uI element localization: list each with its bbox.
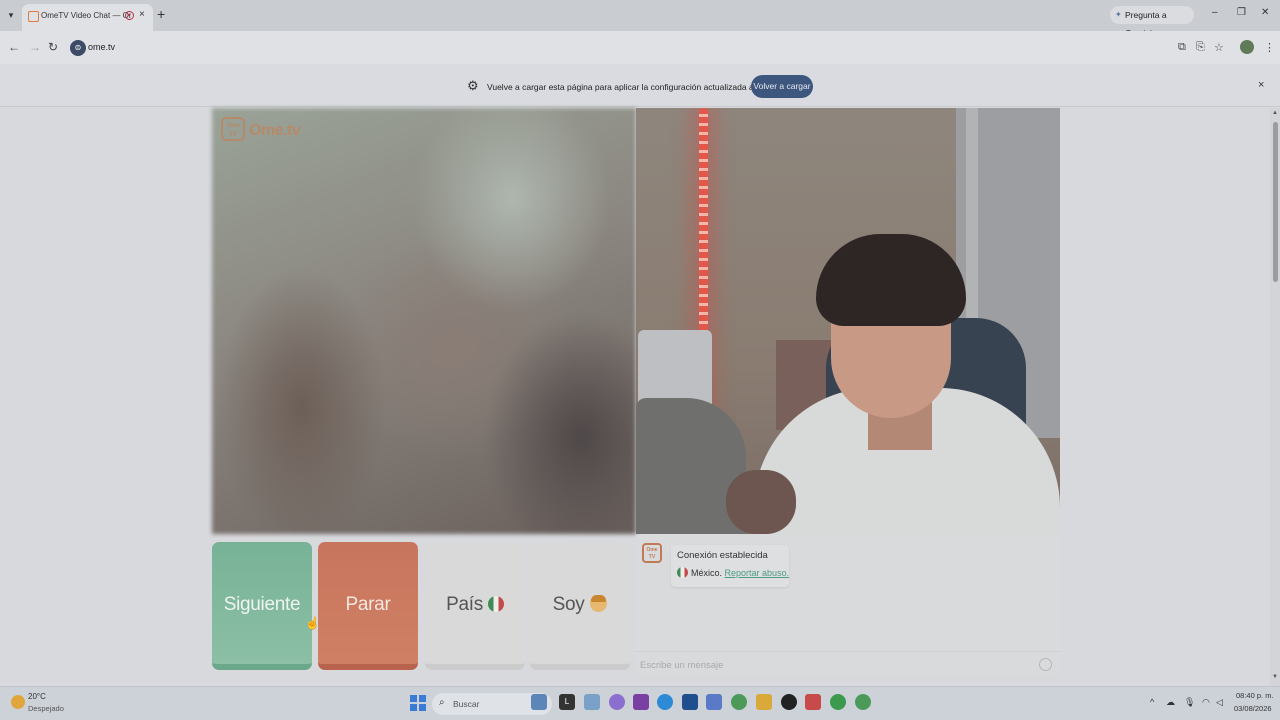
- reload-page-button[interactable]: Volver a cargar: [751, 75, 813, 98]
- page-scrollbar[interactable]: ▲ ▼: [1270, 108, 1280, 686]
- country-line: México. Reportar abuso.: [677, 567, 789, 578]
- tab-search-chevron-icon[interactable]: ▾: [4, 8, 18, 22]
- chat-country: México.: [691, 568, 723, 578]
- obs-app-icon[interactable]: [781, 694, 797, 710]
- address-bar[interactable]: ⊜ ome.tv: [66, 37, 1166, 59]
- url-text: ome.tv: [88, 42, 116, 52]
- back-arrow-icon[interactable]: ←: [8, 40, 20, 54]
- reload-icon[interactable]: ↻: [48, 40, 58, 54]
- ometv-logo-icon: Ome TV: [221, 117, 245, 141]
- infobar-close-icon[interactable]: ×: [1258, 79, 1264, 91]
- chat-input-bar: [636, 651, 1060, 677]
- forward-arrow-icon[interactable]: →: [29, 40, 41, 54]
- mouse-pointer-icon: ☝: [305, 616, 320, 630]
- weather-temperature: 20°C: [28, 692, 46, 701]
- tab-ometv[interactable]: OmeTV Video Chat — Omegle ×: [22, 4, 153, 31]
- stop-button[interactable]: Parar: [318, 542, 418, 670]
- clock-date[interactable]: 03/08/2026: [1234, 704, 1272, 713]
- search-placeholder: Buscar: [453, 699, 480, 709]
- gemini-sparkle-icon: ✦: [1115, 10, 1122, 19]
- country-label: País: [446, 594, 483, 615]
- infobar-message: Vuelve a cargar esta página para aplicar…: [487, 82, 790, 92]
- settings-app-icon[interactable]: [706, 694, 722, 710]
- scroll-up-arrow-icon[interactable]: ▲: [1272, 110, 1278, 116]
- bookmark-star-icon[interactable]: ☆: [1214, 41, 1224, 54]
- recording-indicator-icon: [125, 11, 134, 20]
- onedrive-cloud-icon[interactable]: ☁: [1166, 697, 1175, 708]
- copilot-app-icon[interactable]: [609, 694, 625, 710]
- settings-gear-icon: ⚙: [467, 78, 479, 93]
- tab-strip: ▾ OmeTV Video Chat — Omegle × + ✦ Pregun…: [0, 0, 1280, 38]
- chat-mexico-flag-icon: [677, 567, 688, 578]
- store-app-icon[interactable]: [682, 694, 698, 710]
- ometv-logo-text: Ome.tv: [249, 122, 301, 139]
- stranger-video: [212, 108, 636, 534]
- gender-label: Soy: [552, 594, 585, 615]
- chrome-app-icon[interactable]: [731, 694, 747, 710]
- wifi-icon[interactable]: ◠: [1202, 697, 1210, 708]
- mexico-flag-icon: [487, 596, 504, 612]
- translate-icon[interactable]: ⧉: [1178, 41, 1186, 54]
- scroll-down-arrow-icon[interactable]: ▼: [1272, 674, 1278, 680]
- page-content: Ome TV Ome.tv Siguiente Parar País Soy O…: [0, 108, 1270, 686]
- onenote-app-icon[interactable]: [633, 694, 649, 710]
- self-camera-video: [636, 108, 1060, 534]
- microphone-icon[interactable]: 🎙: [1184, 697, 1195, 708]
- reload-infobar: ⚙ Vuelve a cargar esta página para aplic…: [0, 64, 1280, 107]
- windows-taskbar: 20°C Despejado ⌕ Buscar L ^ ☁ 🎙 ◠ ◁ 08:4…: [0, 686, 1280, 720]
- weather-description: Despejado: [28, 704, 64, 713]
- restore-button[interactable]: ❐: [1237, 7, 1246, 18]
- weather-moon-icon[interactable]: [11, 695, 25, 709]
- chat-ometv-logo-icon: Ome TV: [642, 543, 662, 563]
- gemini-button[interactable]: ✦ Pregunta a Gemini: [1110, 6, 1194, 38]
- file-explorer-app-icon[interactable]: [756, 694, 772, 710]
- minimize-button[interactable]: –: [1212, 7, 1218, 18]
- terminal-app-icon[interactable]: L: [559, 694, 575, 710]
- boy-face-icon: [590, 595, 608, 612]
- ometv-favicon-icon: [28, 11, 39, 22]
- site-info-icon[interactable]: ⊜: [70, 40, 86, 56]
- chrome-profile-app-icon[interactable]: [855, 694, 871, 710]
- new-tab-button[interactable]: +: [157, 6, 165, 22]
- clock-time[interactable]: 08:40 p. m.: [1236, 691, 1274, 700]
- next-button[interactable]: Siguiente: [212, 542, 312, 670]
- report-abuse-link[interactable]: Reportar abuso.: [725, 568, 790, 578]
- country-button[interactable]: País: [425, 542, 525, 670]
- connection-status: Conexión establecida: [677, 550, 768, 561]
- tab-title: OmeTV Video Chat — Omegle: [41, 11, 131, 20]
- search-icon: ⌕: [439, 697, 445, 708]
- spotify-app-icon[interactable]: [830, 694, 846, 710]
- tab-close-icon[interactable]: ×: [139, 9, 145, 20]
- photos-app-icon[interactable]: [584, 694, 600, 710]
- chat-message-input[interactable]: [640, 656, 1030, 674]
- emoji-icon[interactable]: [1039, 658, 1052, 671]
- widgets-app-icon[interactable]: [531, 694, 547, 710]
- chat-panel: Ome TV Conexión establecida México. Repo…: [636, 535, 1060, 677]
- browser-toolbar: ← → ↻ ⊜ ome.tv ⧉ ⎘ ☆ ⋮: [0, 31, 1280, 64]
- start-windows-icon[interactable]: [410, 695, 426, 711]
- video-person-hair: [816, 234, 966, 326]
- install-app-icon[interactable]: ⎘: [1196, 41, 1205, 54]
- close-window-button[interactable]: ✕: [1261, 7, 1269, 18]
- gender-button[interactable]: Soy: [530, 542, 630, 670]
- profile-avatar-icon[interactable]: [1240, 40, 1254, 54]
- menu-dots-icon[interactable]: ⋮: [1264, 41, 1275, 54]
- edge-app-icon[interactable]: [657, 694, 673, 710]
- tray-chevron-icon[interactable]: ^: [1150, 697, 1154, 707]
- volume-icon[interactable]: ◁: [1216, 697, 1223, 708]
- video-person-arm: [726, 470, 796, 534]
- scroll-thumb[interactable]: [1273, 122, 1278, 282]
- connection-message: Conexión establecida México. Reportar ab…: [671, 545, 789, 587]
- tiktok-app-icon[interactable]: [805, 694, 821, 710]
